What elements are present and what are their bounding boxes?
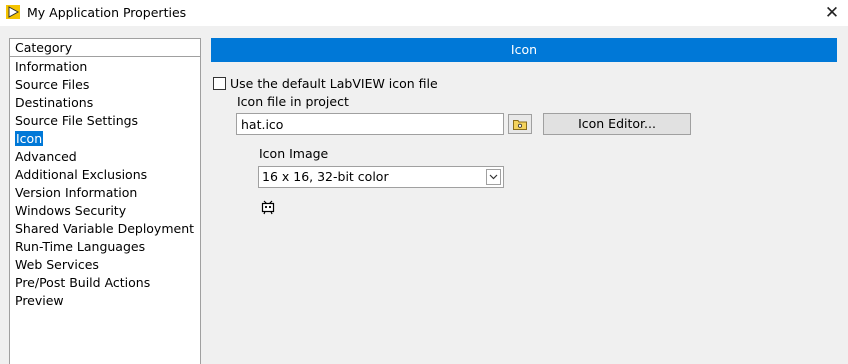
sidebar-item-preview[interactable]: Preview (10, 292, 200, 310)
chevron-down-icon[interactable] (486, 169, 501, 185)
sidebar-item-destinations[interactable]: Destinations (10, 94, 200, 112)
sidebar-item-label: Icon (15, 131, 44, 146)
sidebar-item-label: Source File Settings (15, 113, 139, 128)
sidebar-item-label: Information (15, 59, 88, 74)
icon-file-input[interactable] (236, 113, 504, 135)
category-list: Information Source Files Destinations Sourc… (10, 58, 200, 310)
sidebar-item-information[interactable]: Information (10, 58, 200, 76)
use-default-icon-checkbox[interactable] (213, 77, 226, 90)
icon-image-label: Icon Image (259, 146, 329, 161)
sidebar-item-label: Additional Exclusions (15, 167, 148, 182)
icon-file-label: Icon file in project (237, 94, 349, 109)
icon-editor-button[interactable]: Icon Editor... (543, 113, 691, 135)
labview-run-arrow-icon (6, 5, 20, 19)
sidebar-item-windows-security[interactable]: Windows Security (10, 202, 200, 220)
sidebar-item-label: Destinations (15, 95, 94, 110)
sidebar-item-advanced[interactable]: Advanced (10, 148, 200, 166)
sidebar-item-label: Advanced (15, 149, 77, 164)
sidebar-item-label: Preview (15, 293, 64, 308)
sidebar-item-label: Version Information (15, 185, 138, 200)
icon-image-select[interactable]: 16 x 16, 32-bit color (258, 166, 504, 188)
sidebar-item-label: Web Services (15, 257, 99, 272)
sidebar-item-additional-exclusions[interactable]: Additional Exclusions (10, 166, 200, 184)
section-header: Icon (211, 38, 837, 62)
category-header: Category (10, 39, 200, 57)
sidebar-item-label: Shared Variable Deployment (15, 221, 195, 236)
sidebar-item-web-services[interactable]: Web Services (10, 256, 200, 274)
sidebar-item-pre-post-build-actions[interactable]: Pre/Post Build Actions (10, 274, 200, 292)
sidebar-item-label: Run-Time Languages (15, 239, 146, 254)
use-default-icon-label[interactable]: Use the default LabVIEW icon file (230, 76, 438, 92)
sidebar-item-version-information[interactable]: Version Information (10, 184, 200, 202)
icon-image-select-value: 16 x 16, 32-bit color (262, 169, 389, 184)
category-panel: Category Information Source Files Destinat… (9, 38, 201, 364)
sidebar-item-icon[interactable]: Icon (10, 130, 200, 148)
close-button[interactable]: ✕ (816, 0, 848, 26)
sidebar-item-run-time-languages[interactable]: Run-Time Languages (10, 238, 200, 256)
sidebar-item-source-file-settings[interactable]: Source File Settings (10, 112, 200, 130)
browse-button[interactable] (508, 114, 532, 134)
window-title: My Application Properties (27, 5, 187, 20)
title-bar: My Application Properties ✕ (0, 0, 848, 26)
sidebar-item-source-files[interactable]: Source Files (10, 76, 200, 94)
folder-icon (513, 120, 527, 130)
sidebar-item-label: Source Files (15, 77, 90, 92)
sidebar-item-label: Windows Security (15, 203, 127, 218)
sidebar-item-label: Pre/Post Build Actions (15, 275, 151, 290)
sidebar-item-shared-variable-deployment[interactable]: Shared Variable Deployment (10, 220, 200, 238)
hat-preview-icon (261, 200, 275, 215)
